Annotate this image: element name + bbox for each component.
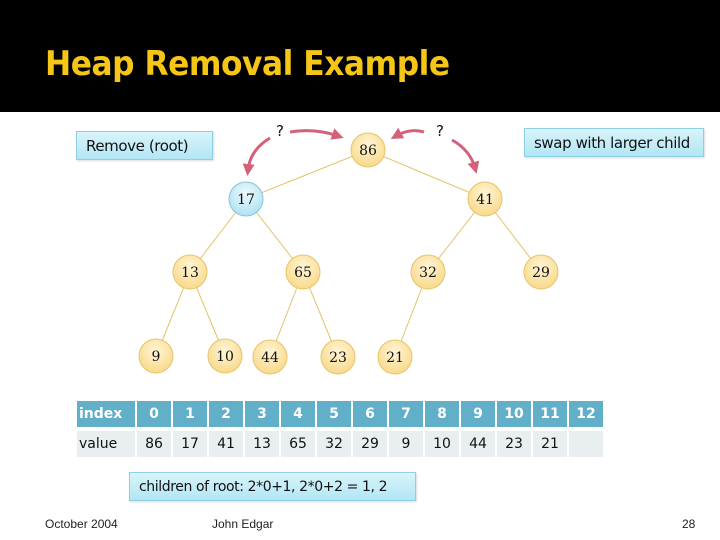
value-cell: 29 [353,431,387,457]
index-cell: 2 [209,401,243,427]
index-cell: 1 [173,401,207,427]
index-cell: 4 [281,401,315,427]
arrow-q2-to-root [390,127,425,139]
index-cell: 3 [245,401,279,427]
tree-nodes: 86 17 41 13 65 32 29 9 10 44 23 21 [138,132,559,375]
value-cell: 10 [425,431,459,457]
index-cell: 10 [497,401,531,427]
tree-node: 13 [172,254,208,290]
index-cell: 0 [137,401,171,427]
question-mark-right: ? [436,122,444,140]
tree-node: 21 [377,339,413,375]
node-value: 65 [294,265,312,281]
index-cell: 11 [533,401,567,427]
value-cell: 23 [497,431,531,457]
index-cell: 12 [569,401,603,427]
arrow-q2-to-right-child [451,138,480,174]
index-cell: 8 [425,401,459,427]
node-value: 44 [261,350,279,366]
tree-node: 23 [320,339,356,375]
value-cell [569,431,603,457]
node-value: 17 [237,192,255,208]
arrow-q1-to-root [289,128,344,140]
tree-node: 10 [207,338,243,374]
tree-edge [245,149,369,200]
tree-node: 32 [410,254,446,290]
node-value: 32 [419,265,437,281]
index-cell: 9 [461,401,495,427]
value-cell: 9 [389,431,423,457]
node-value: 29 [532,265,550,281]
footer-date: October 2004 [45,517,118,531]
index-cell: 7 [389,401,423,427]
index-label: index [77,401,135,427]
tree-node: 65 [285,254,321,290]
arrow-q1-to-left-child [242,136,271,176]
tree-edges [155,149,542,358]
children-formula-callout: children of root: 2*0+1, 2*0+2 = 1, 2 [129,472,416,501]
node-value: 86 [359,143,377,159]
value-cell: 32 [317,431,351,457]
node-value: 13 [181,265,199,281]
tree-node: 44 [252,339,288,375]
node-value: 23 [329,350,347,366]
node-value: 21 [386,350,404,366]
value-cell: 13 [245,431,279,457]
value-cell: 86 [137,431,171,457]
array-table: index 0 1 2 3 4 5 6 7 8 9 10 11 12 value 86 17 41 13 65 3… [75,397,605,461]
tree-node: 9 [138,338,174,374]
value-cell: 17 [173,431,207,457]
node-value: 41 [476,192,494,208]
index-cell: 5 [317,401,351,427]
tree-node: 29 [523,254,559,290]
index-cell: 6 [353,401,387,427]
value-cell: 41 [209,431,243,457]
footer-author: John Edgar [212,517,274,531]
footer-page-number: 28 [682,517,696,531]
value-cell: 65 [281,431,315,457]
question-mark-left: ? [276,122,284,140]
tree-node: 86 [350,132,386,168]
value-label: value [77,431,135,457]
tree-node: 17 [228,181,264,217]
tree-edge [367,149,486,200]
index-row: index 0 1 2 3 4 5 6 7 8 9 10 11 12 [77,401,603,427]
value-cell: 21 [533,431,567,457]
node-value: 10 [216,349,234,365]
node-value: 9 [152,349,161,365]
tree-node: 41 [467,181,503,217]
value-cell: 44 [461,431,495,457]
value-row: value 86 17 41 13 65 32 29 9 10 44 23 21 [77,431,603,457]
